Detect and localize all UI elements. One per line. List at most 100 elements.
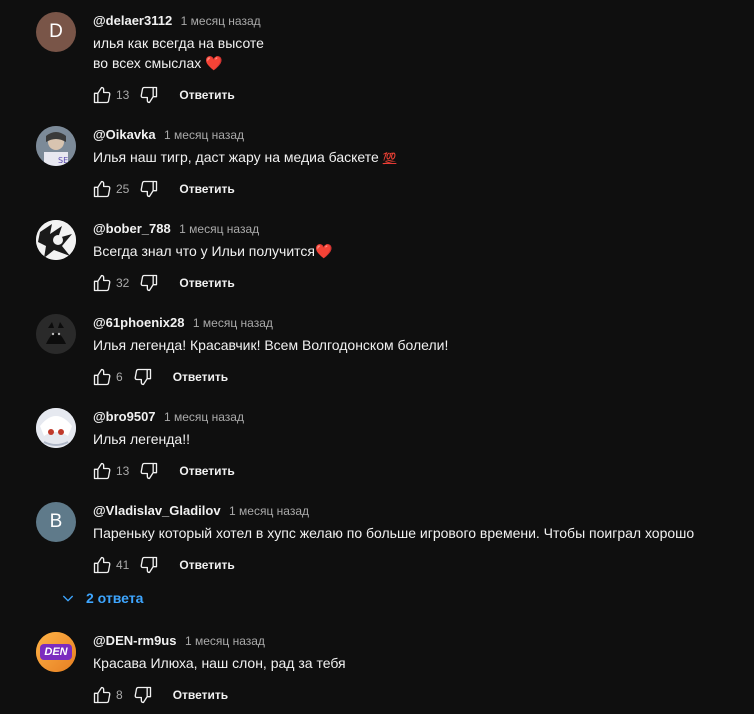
comment-line: Всегда знал что у Ильи получится	[93, 243, 315, 259]
reply-button[interactable]: Ответить	[179, 276, 234, 290]
thumbs-up-icon	[93, 180, 111, 198]
comment-time[interactable]: 1 месяц назад	[185, 634, 265, 648]
comment-body: @delaer3112 1 месяц назад илья как всегд…	[93, 12, 736, 73]
comment-author[interactable]: @Oikavka	[93, 127, 156, 142]
reply-button[interactable]: Ответить	[173, 688, 228, 702]
comment-text: Красава Илюха, наш слон, рад за тебя	[93, 655, 346, 671]
comment-time[interactable]: 1 месяц назад	[181, 14, 261, 28]
dislike-button[interactable]	[137, 177, 161, 201]
avatar[interactable]	[36, 220, 76, 260]
like-count: 13	[116, 88, 130, 102]
avatar-logo-text: DEN	[44, 646, 68, 658]
like-button[interactable]	[90, 683, 114, 707]
comment-line: во всех смыслах	[93, 55, 202, 71]
view-replies-button[interactable]: 2 ответа	[60, 586, 143, 610]
comments-section: D @delaer3112 1 месяц назад илья как все…	[0, 0, 754, 714]
comment-text: Илья легенда! Красавчик! Всем Волгодонск…	[93, 337, 449, 353]
avatar-image	[36, 408, 76, 448]
comment-text: Илья легенда!!	[93, 431, 191, 447]
like-button[interactable]	[90, 365, 114, 389]
comment-body: @Vladislav_Gladilov 1 месяц назад Парень…	[93, 502, 736, 543]
reply-button[interactable]: Ответить	[179, 88, 234, 102]
comment-time[interactable]: 1 месяц назад	[193, 316, 273, 330]
avatar[interactable]: DEN	[36, 632, 76, 672]
comment-actions: 25 Ответить	[90, 177, 235, 201]
comment-actions: 13 Ответить	[90, 459, 235, 483]
avatar[interactable]	[36, 314, 76, 354]
comment-body: @DEN-rm9us 1 месяц назад Красава Илюха, …	[93, 632, 736, 673]
comment-time[interactable]: 1 месяц назад	[164, 128, 244, 142]
comment-text: Пареньку который хотел в хупс желаю по б…	[93, 525, 695, 541]
comment-author[interactable]: @bober_788	[93, 221, 171, 236]
thumbs-down-icon	[140, 180, 158, 198]
thumbs-up-icon	[93, 556, 111, 574]
like-count: 32	[116, 276, 130, 290]
comment-body: @61phoenix28 1 месяц назад Илья легенда!…	[93, 314, 736, 355]
comment-text: Илья наш тигр, даст жару на медиа баскет…	[93, 147, 736, 169]
avatar[interactable]: D	[36, 12, 76, 52]
hundred-emoji: 💯	[382, 153, 397, 165]
thumbs-down-icon	[140, 556, 158, 574]
avatar-image	[36, 220, 76, 260]
thumbs-up-icon	[93, 368, 111, 386]
like-count: 13	[116, 464, 130, 478]
like-button[interactable]	[90, 271, 114, 295]
comment-time[interactable]: 1 месяц назад	[164, 410, 244, 424]
reply-button[interactable]: Ответить	[179, 182, 234, 196]
thumbs-down-icon	[140, 86, 158, 104]
thumbs-down-icon	[134, 368, 151, 386]
replies-count-label: 2 ответа	[86, 590, 144, 606]
comment-body: @bro9507 1 месяц назад Илья легенда!!	[93, 408, 736, 449]
avatar-letter: B	[49, 511, 63, 532]
comment-time[interactable]: 1 месяц назад	[179, 222, 259, 236]
comment-line: илья как всегда на высоте	[93, 35, 264, 51]
avatar-image	[36, 314, 76, 354]
comment-text: Всегда знал что у Ильи получится❤️	[93, 241, 736, 261]
comment-actions: 6 Ответить	[90, 365, 228, 389]
comment-author[interactable]: @delaer3112	[93, 13, 172, 28]
avatar[interactable]: B	[36, 502, 76, 542]
comment-text: илья как всегда на высоте во всех смысла…	[93, 33, 736, 73]
comment-line: Илья наш тигр, даст жару на медиа баскет…	[93, 149, 379, 165]
thumbs-up-icon	[93, 86, 111, 104]
comment-author[interactable]: @bro9507	[93, 409, 156, 424]
comment-time[interactable]: 1 месяц назад	[229, 504, 309, 518]
thumbs-down-icon	[140, 274, 158, 292]
comment-author[interactable]: @61phoenix28	[93, 315, 184, 330]
like-button[interactable]	[90, 177, 114, 201]
comment-author[interactable]: @DEN-rm9us	[93, 633, 176, 648]
avatar-letter: D	[49, 21, 63, 42]
like-count: 41	[116, 558, 130, 572]
thumbs-up-icon	[93, 686, 111, 704]
thumbs-up-icon	[93, 462, 111, 480]
comment-body: @bober_788 1 месяц назад Всегда знал что…	[93, 220, 736, 261]
comment-body: @Oikavka 1 месяц назад Илья наш тигр, да…	[93, 126, 736, 169]
like-count: 25	[116, 182, 130, 196]
thumbs-down-icon	[134, 686, 151, 704]
like-button[interactable]	[90, 459, 114, 483]
reply-button[interactable]: Ответить	[179, 464, 234, 478]
like-count: 8	[116, 688, 123, 702]
thumbs-up-icon	[93, 274, 111, 292]
like-button[interactable]	[90, 83, 114, 107]
avatar-image: SE	[36, 126, 76, 166]
comment-actions: 8 Ответить	[90, 683, 228, 707]
dislike-button[interactable]	[131, 683, 155, 707]
avatar[interactable]: SE	[36, 126, 76, 166]
reply-button[interactable]: Ответить	[173, 370, 228, 384]
comment-author[interactable]: @Vladislav_Gladilov	[93, 503, 221, 518]
heart-emoji: ❤️	[205, 55, 223, 71]
svg-text:SE: SE	[58, 156, 68, 165]
chevron-down-icon	[62, 595, 74, 602]
avatar[interactable]	[36, 408, 76, 448]
reply-button[interactable]: Ответить	[179, 558, 234, 572]
dislike-button[interactable]	[131, 365, 155, 389]
comment-actions: 13 Ответить	[90, 83, 235, 107]
comment-actions: 32 Ответить	[90, 271, 235, 295]
dislike-button[interactable]	[137, 459, 161, 483]
like-count: 6	[116, 370, 123, 384]
like-button[interactable]	[90, 553, 114, 577]
dislike-button[interactable]	[137, 553, 161, 577]
dislike-button[interactable]	[137, 83, 161, 107]
dislike-button[interactable]	[137, 271, 161, 295]
